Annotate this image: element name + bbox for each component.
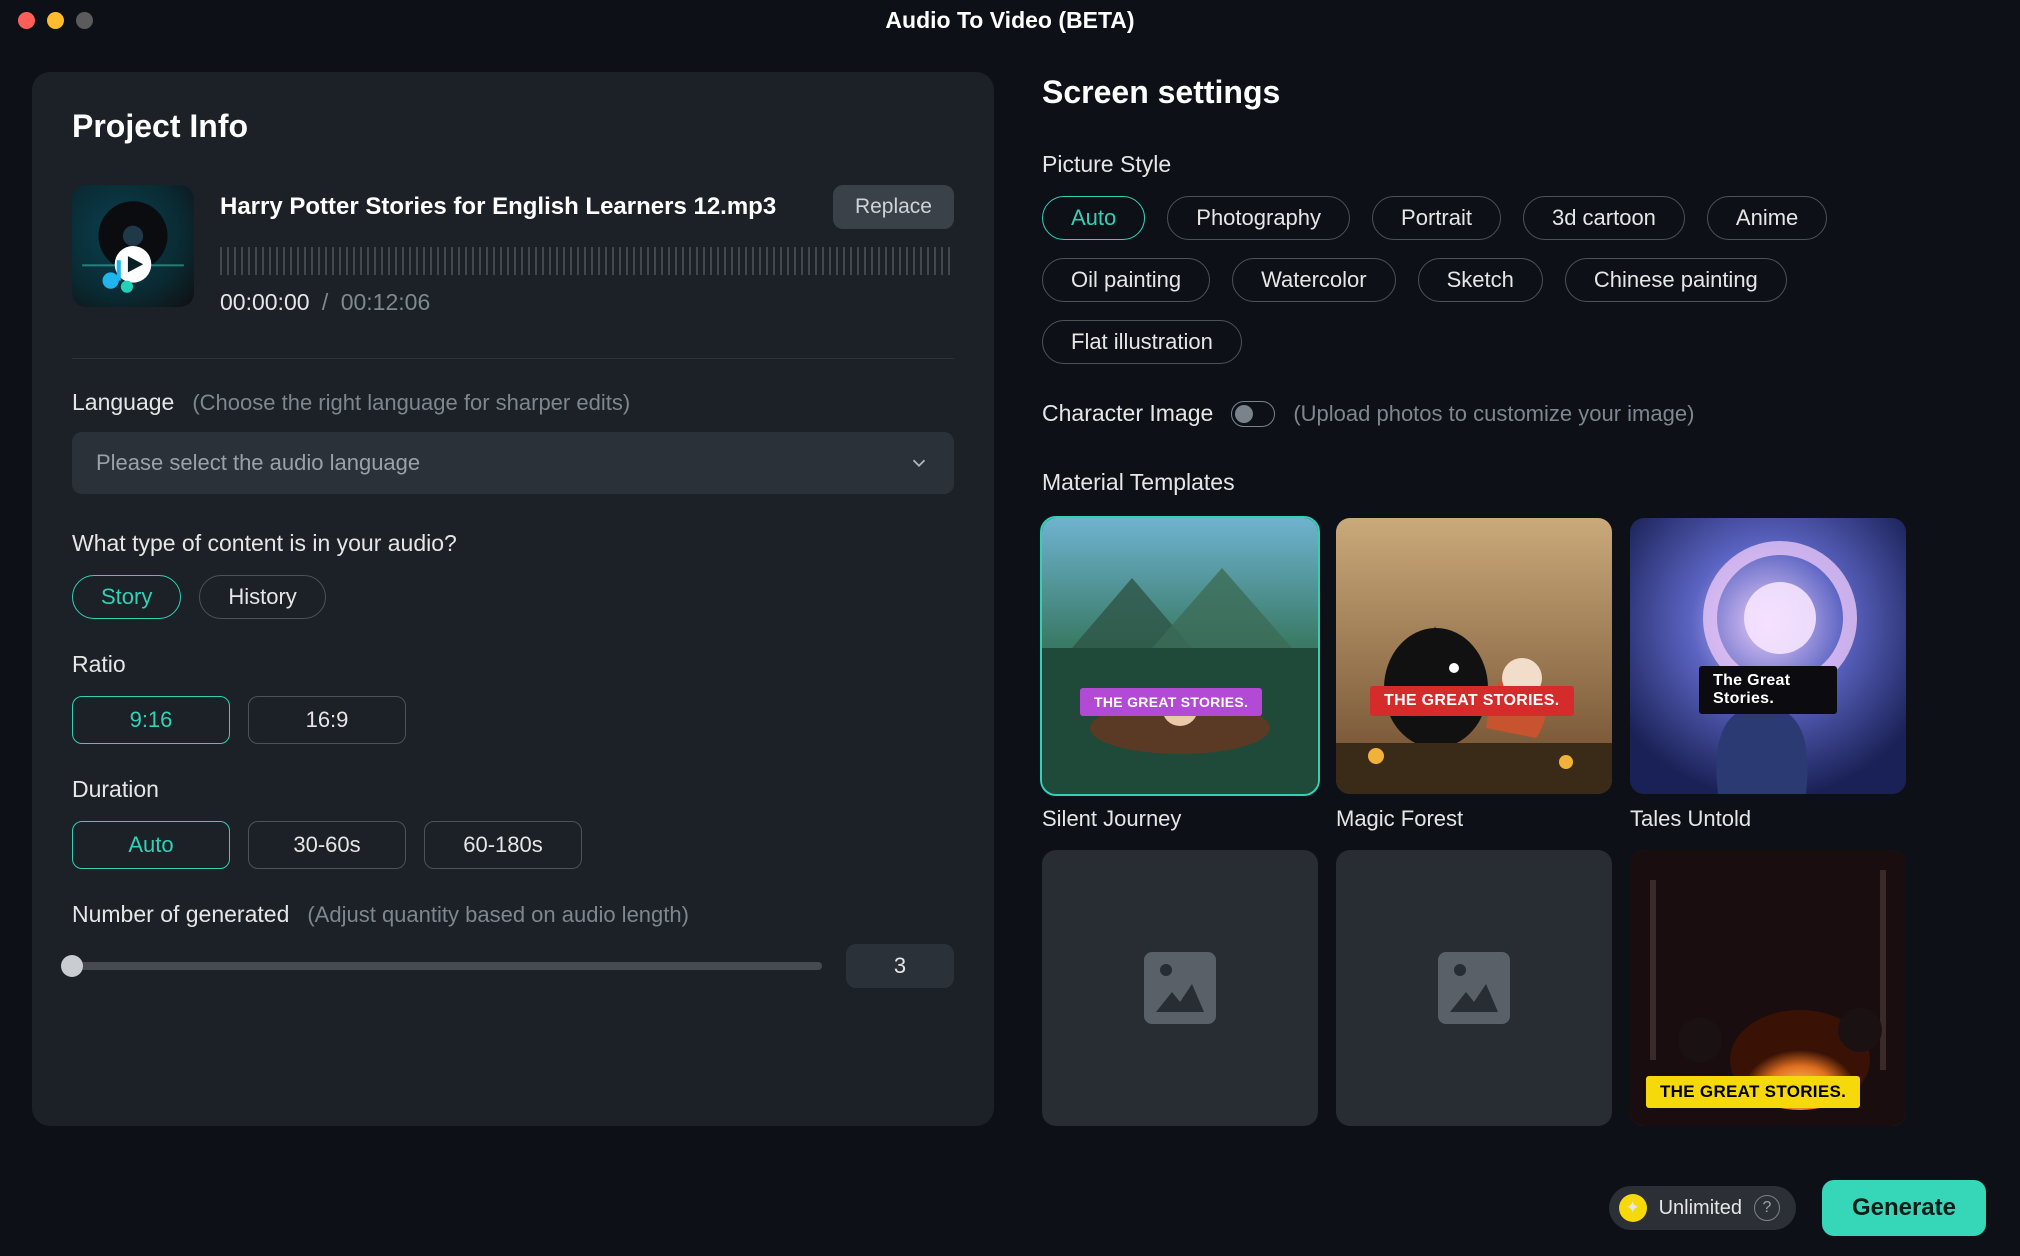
screen-settings-title: Screen settings [1042, 74, 1988, 111]
image-placeholder-icon [1132, 940, 1228, 1036]
toggle-knob [1235, 405, 1253, 423]
content-type-label: What type of content is in your audio? [72, 530, 954, 557]
style-anime[interactable]: Anime [1707, 196, 1827, 240]
template-placeholder[interactable] [1042, 850, 1318, 1126]
ratio-label: Ratio [72, 651, 954, 678]
template-label: Tales Untold [1630, 806, 1906, 832]
audio-filename: Harry Potter Stories for English Learner… [220, 193, 813, 221]
window-maximize-button[interactable] [76, 12, 93, 29]
material-templates-label: Material Templates [1042, 469, 1988, 496]
generate-button[interactable]: Generate [1822, 1180, 1986, 1236]
language-hint: (Choose the right language for sharper e… [192, 390, 630, 416]
time-duration: 00:12:06 [341, 289, 431, 315]
character-image-label: Character Image [1042, 400, 1213, 427]
audio-time: 00:00:00 / 00:12:06 [220, 289, 954, 316]
replace-button[interactable]: Replace [833, 185, 954, 229]
app-title: Audio To Video (BETA) [885, 7, 1134, 34]
num-generated-hint: (Adjust quantity based on audio length) [307, 902, 689, 928]
template-art-icon [1630, 518, 1906, 794]
duration-auto[interactable]: Auto [72, 821, 230, 869]
unlimited-badge[interactable]: ✦ Unlimited ? [1609, 1186, 1796, 1230]
chevron-down-icon [908, 452, 930, 474]
style-chinese-painting[interactable]: Chinese painting [1565, 258, 1787, 302]
audio-thumbnail-art [72, 185, 194, 307]
divider [72, 358, 954, 359]
help-icon[interactable]: ? [1754, 1195, 1780, 1221]
style-watercolor[interactable]: Watercolor [1232, 258, 1396, 302]
audio-waveform[interactable] [220, 247, 954, 275]
template-banner: THE GREAT STORIES. [1080, 688, 1262, 716]
content-type-story[interactable]: Story [72, 575, 181, 619]
sparkle-icon: ✦ [1619, 1194, 1647, 1222]
num-generated-value: 3 [846, 944, 954, 988]
template-silent-journey[interactable]: THE GREAT STORIES. [1042, 518, 1318, 794]
time-separator: / [322, 289, 328, 315]
template-great-stories[interactable]: THE GREAT STORIES. [1630, 850, 1906, 1126]
language-label: Language [72, 389, 174, 416]
num-generated-label: Number of generated [72, 901, 289, 928]
style-flat-illustration[interactable]: Flat illustration [1042, 320, 1242, 364]
window-minimize-button[interactable] [47, 12, 64, 29]
template-art-icon [1042, 518, 1318, 794]
unlimited-label: Unlimited [1659, 1197, 1742, 1220]
language-select[interactable]: Please select the audio language [72, 432, 954, 494]
character-image-toggle[interactable] [1231, 401, 1275, 427]
template-banner: THE GREAT STORIES. [1370, 686, 1574, 716]
template-banner: The Great Stories. [1699, 666, 1837, 714]
audio-thumbnail[interactable] [72, 185, 194, 307]
template-tales-untold[interactable]: The Great Stories. [1630, 518, 1906, 794]
template-label: Magic Forest [1336, 806, 1612, 832]
template-placeholder[interactable] [1336, 850, 1612, 1126]
template-banner: THE GREAT STORIES. [1646, 1076, 1860, 1108]
language-select-placeholder: Please select the audio language [96, 450, 420, 476]
ratio-16-9[interactable]: 16:9 [248, 696, 406, 744]
template-label: Silent Journey [1042, 806, 1318, 832]
duration-30-60[interactable]: 30-60s [248, 821, 406, 869]
image-placeholder-icon [1426, 940, 1522, 1036]
ratio-9-16[interactable]: 9:16 [72, 696, 230, 744]
project-info-title: Project Info [72, 108, 954, 145]
time-current: 00:00:00 [220, 289, 310, 315]
style-3d-cartoon[interactable]: 3d cartoon [1523, 196, 1685, 240]
template-art-icon [1336, 518, 1612, 794]
style-oil-painting[interactable]: Oil painting [1042, 258, 1210, 302]
style-photography[interactable]: Photography [1167, 196, 1350, 240]
duration-60-180[interactable]: 60-180s [424, 821, 582, 869]
slider-thumb[interactable] [61, 955, 83, 977]
window-close-button[interactable] [18, 12, 35, 29]
template-magic-forest[interactable]: THE GREAT STORIES. [1336, 518, 1612, 794]
project-info-panel: Project Info Harry Potter Stories for En… [32, 72, 994, 1126]
style-portrait[interactable]: Portrait [1372, 196, 1501, 240]
num-generated-slider[interactable] [72, 962, 822, 970]
style-auto[interactable]: Auto [1042, 196, 1145, 240]
content-type-history[interactable]: History [199, 575, 325, 619]
character-image-hint: (Upload photos to customize your image) [1293, 401, 1694, 427]
duration-label: Duration [72, 776, 954, 803]
style-sketch[interactable]: Sketch [1418, 258, 1543, 302]
screen-settings-panel: Screen settings Picture Style Auto Photo… [1042, 72, 1988, 1126]
picture-style-label: Picture Style [1042, 151, 1988, 178]
